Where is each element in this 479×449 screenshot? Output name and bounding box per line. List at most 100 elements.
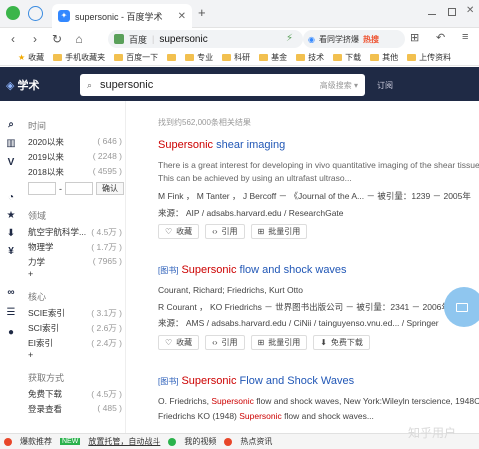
status-hot-recommend[interactable]: 爆款推荐 <box>20 436 52 447</box>
yen-icon[interactable]: ¥ <box>5 246 17 258</box>
filter-field-more[interactable]: + <box>28 269 33 279</box>
confirm-button[interactable]: 确认 <box>96 182 124 195</box>
status-hot-news[interactable]: 热点资讯 <box>240 436 272 447</box>
menu-icon[interactable]: ≡ <box>462 31 468 43</box>
new-tab-button[interactable]: + <box>198 5 206 20</box>
result-title[interactable]: [图书] Supersonic Flow and Shock Waves <box>158 375 354 387</box>
search-input[interactable]: ⌕ supersonic 高级搜索 ▾ <box>80 74 365 96</box>
user-icon[interactable]: ● <box>5 327 17 339</box>
subscribe-link[interactable]: 订阅 <box>377 80 393 91</box>
compass-icon[interactable] <box>28 6 43 21</box>
plus-icon: ⊞ <box>257 227 265 236</box>
result-title[interactable]: Supersonic shear imaging <box>158 139 285 151</box>
result-title[interactable]: [图书] Supersonic flow and shock waves <box>158 264 347 276</box>
grid-icon[interactable]: ⊞ <box>410 31 419 44</box>
back-icon[interactable]: ‹ <box>6 32 20 46</box>
filter-access-item[interactable]: 免费下载( 4.5万 ) <box>28 388 122 400</box>
quote-icon: ‹› <box>212 338 218 347</box>
hot-search-label: 热搜 <box>362 34 379 44</box>
close-window-icon[interactable]: ✕ <box>466 5 474 16</box>
bookmark-other[interactable]: 其他 <box>370 52 398 63</box>
folder-icon <box>222 54 232 61</box>
address-source: 百度 <box>129 34 148 45</box>
advanced-search-link[interactable]: 高级搜索 ▾ <box>320 80 358 91</box>
list-icon[interactable]: ☰ <box>5 307 17 319</box>
bookmark-major[interactable]: 专业 <box>185 52 213 63</box>
download-icon: ⬇ <box>320 338 327 347</box>
search-engine-icon: ◉ <box>308 34 315 44</box>
year-from-input[interactable] <box>28 182 56 195</box>
download-icon[interactable]: ⬇ <box>5 228 17 240</box>
batch-cite-button[interactable]: ⊞ 批量引用 <box>250 224 308 239</box>
filter-panel: 时间 2020以来( 646 ) 2019以来( 2248 ) 2018以来( … <box>24 101 126 433</box>
video-icon <box>168 437 177 446</box>
bookmark-download[interactable]: 下载 <box>333 52 361 63</box>
filter-time-item[interactable]: 2019以来( 2248 ) <box>28 151 122 163</box>
filter-field-item[interactable]: 力学( 7965 ) <box>28 256 122 268</box>
address-bar[interactable]: 百度 | supersonic <box>108 30 303 48</box>
filter-time-item[interactable]: 2020以来( 646 ) <box>28 136 122 148</box>
heart-icon: ♡ <box>165 227 173 236</box>
result-count: 找到约562,000条相关结果 <box>158 118 251 127</box>
filter-core-more[interactable]: + <box>28 350 33 360</box>
filter-field-item[interactable]: 航空宇航科学...( 4.5万 ) <box>28 226 122 238</box>
v-icon[interactable]: V <box>5 157 17 169</box>
result-abstract: This can be achieved by using an ultrafa… <box>158 173 352 183</box>
floating-action-button[interactable] <box>444 287 479 327</box>
minimize-icon[interactable] <box>428 14 436 15</box>
filter-core-item[interactable]: SCIE索引( 3.1万 ) <box>28 307 122 319</box>
bookmark-tech[interactable]: 技术 <box>296 52 324 63</box>
site-logo[interactable]: ◈ 学术 <box>6 77 40 93</box>
result-actions: ♡ 收藏 ‹› 引用 ⊞ 批量引用 ⬇ 免费下载 <box>158 335 370 350</box>
filter-core-item[interactable]: SCI索引( 2.6万 ) <box>28 322 122 334</box>
filter-field-title: 领域 <box>28 211 47 221</box>
cite-button[interactable]: ‹› 引用 <box>205 335 245 350</box>
bookmark-mobile[interactable]: 手机收藏夹 <box>53 52 105 63</box>
status-game-link[interactable]: 放置托管，自动战斗 <box>88 436 160 447</box>
bookmark-unnamed[interactable] <box>167 54 177 61</box>
result-authors: Courant, Richard; Friedrichs, Kurt Otto <box>158 285 304 295</box>
favorite-button[interactable]: ♡ 收藏 <box>158 224 200 239</box>
star-icon[interactable]: ★ <box>5 210 17 222</box>
result-source: 来源： AMS / adsabs.harvard.edu / CiNii / t… <box>158 318 439 328</box>
bookmark-upload[interactable]: 上传资料 <box>407 52 451 63</box>
year-to-input[interactable] <box>65 182 93 195</box>
maximize-icon[interactable] <box>448 8 456 16</box>
filter-access-item[interactable]: 登录查看( 485 ) <box>28 403 122 415</box>
filter-field-item[interactable]: 物理学( 1.7万 ) <box>28 241 122 253</box>
close-tab-icon[interactable]: ✕ <box>178 11 186 22</box>
forward-icon[interactable]: › <box>28 32 42 46</box>
filter-core-item[interactable]: EI索引( 2.4万 ) <box>28 337 122 349</box>
bookmark-fund[interactable]: 基金 <box>259 52 287 63</box>
favorite-button[interactable]: ♡ 收藏 <box>158 335 200 350</box>
filter-time-item[interactable]: 2018以来( 4595 ) <box>28 166 122 178</box>
news-icon <box>224 437 233 446</box>
browser-logo-icon[interactable] <box>6 6 20 20</box>
reload-icon[interactable]: ↻ <box>50 32 64 46</box>
search-icon[interactable]: ⌕ <box>5 119 17 131</box>
library-icon[interactable]: ▥ <box>5 138 17 150</box>
link-icon[interactable]: ∞ <box>5 287 17 299</box>
status-my-video[interactable]: 我的视频 <box>184 436 216 447</box>
free-download-button[interactable]: ⬇ 免费下载 <box>313 335 370 350</box>
undo-icon[interactable]: ↶ <box>436 31 445 44</box>
filter-time-title: 时间 <box>28 121 47 131</box>
bookmark-baidu[interactable]: 百度一下 <box>114 52 158 63</box>
bookmark-favorites[interactable]: ★ 收藏 <box>18 52 44 63</box>
cite-button[interactable]: ‹› 引用 <box>205 224 245 239</box>
site-header: ◈ 学术 ⌕ supersonic 高级搜索 ▾ 订阅 <box>0 67 479 101</box>
secure-icon <box>114 34 124 44</box>
lightning-icon[interactable]: ⚡ <box>286 33 293 44</box>
batch-cite-button[interactable]: ⊞ 批量引用 <box>250 335 308 350</box>
watermark: 知乎用户 <box>408 426 457 440</box>
browser-search-box[interactable]: ◉ 看同学挤爆 热搜 <box>303 30 405 48</box>
tab-strip: ✦ supersonic - 百度学术 ✕ + ✕ <box>0 0 479 28</box>
results-list: 找到约562,000条相关结果 Supersonic shear imaging… <box>150 101 479 433</box>
home-icon[interactable]: ⌂ <box>72 32 86 46</box>
result-meta: R Courant ， KO Friedrichs － 世界图书出版公司 － 被… <box>158 302 450 312</box>
rss-icon[interactable]: ◔ <box>5 192 17 204</box>
bookmark-research[interactable]: 科研 <box>222 52 250 63</box>
folder-icon <box>456 303 468 312</box>
baidu-paw-icon: ✦ <box>58 10 70 22</box>
tab-active[interactable]: ✦ supersonic - 百度学术 ✕ <box>52 4 192 28</box>
